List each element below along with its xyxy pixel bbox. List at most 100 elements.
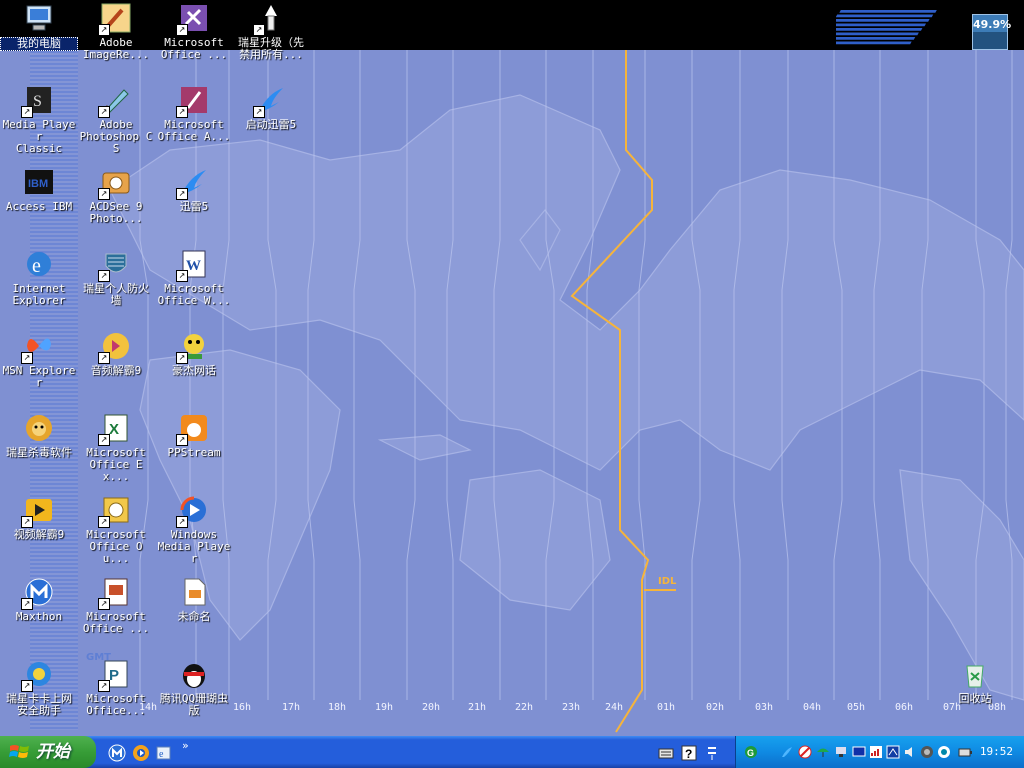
clock[interactable]: 19:52 <box>980 736 1013 768</box>
ie-icon[interactable]: e <box>155 744 173 762</box>
adobe-imageready-icon: ↗ <box>98 2 132 36</box>
hour-label: 19h <box>374 702 394 713</box>
thunder-icon: ↗ <box>253 84 287 118</box>
desktop-icon[interactable]: W ↗ Microsoft Office W... <box>155 248 233 307</box>
network-icon[interactable] <box>834 745 848 759</box>
desktop-icon[interactable]: ↗ Adobe Photoshop CS <box>77 84 155 155</box>
volume-icon[interactable] <box>903 745 917 759</box>
desktop-icon[interactable]: 我的电脑 <box>0 2 78 51</box>
hour-label: 21h <box>467 702 487 713</box>
idl-label: IDL <box>658 576 677 587</box>
umbrella-icon[interactable] <box>816 745 830 759</box>
shortcut-arrow-icon: ↗ <box>253 106 265 118</box>
speaker-icon[interactable] <box>920 745 934 759</box>
rising-firewall-icon: ↗ <box>98 248 132 282</box>
desktop-icon[interactable]: ↗ PPStream <box>155 412 233 459</box>
no-entry-icon[interactable] <box>798 745 812 759</box>
office-powerpoint-icon: ↗ <box>98 576 132 610</box>
desktop-icon[interactable]: X ↗ Microsoft Office Ex... <box>77 412 155 483</box>
desktop-icon-label: Microsoft Office Ex... <box>86 446 146 483</box>
svg-text:S: S <box>33 93 42 110</box>
desktop-icon[interactable]: ↗ 迅雷5 <box>155 166 233 213</box>
desktop-icon-label: Microsoft Office A... <box>157 118 231 143</box>
video-player-icon: ↗ <box>21 494 55 528</box>
desktop-icon-label: Microsoft Office W... <box>157 282 231 307</box>
desktop-icon[interactable]: ↗ 启动迅雷5 <box>232 84 310 131</box>
desktop-icon[interactable]: ↗ Microsoft Office ... <box>77 576 155 635</box>
time-zone-line <box>353 50 361 700</box>
access-ibm-icon: IBM <box>23 166 55 198</box>
desktop-icon[interactable]: ↗ Windows Media Player <box>155 494 233 565</box>
display-icon[interactable] <box>886 745 900 759</box>
language-bar-icon[interactable] <box>704 745 720 761</box>
desktop-icon[interactable]: S ↗ Media Player Classic <box>0 84 78 155</box>
hour-label: 03h <box>754 702 774 713</box>
desktop-icon-label: Adobe ImageRe... <box>82 36 150 61</box>
desktop-icon[interactable]: IBM Access IBM <box>0 166 78 213</box>
shortcut-arrow-icon: ↗ <box>98 434 110 446</box>
battery-icon[interactable] <box>958 745 972 759</box>
media-player-icon[interactable] <box>132 744 150 762</box>
svg-text:IBM: IBM <box>28 178 48 190</box>
desktop-icon[interactable]: 未命名 <box>155 576 233 623</box>
help-icon[interactable]: ? <box>681 745 697 761</box>
keyboard-icon[interactable] <box>658 745 674 761</box>
ibm-logo-stripe <box>836 19 930 22</box>
hour-label: 22h <box>514 702 534 713</box>
shortcut-arrow-icon: ↗ <box>176 188 188 200</box>
desktop-icon[interactable]: e Internet Explorer <box>0 248 78 307</box>
desktop-icon[interactable]: ↗ Microsoft Office A... <box>155 84 233 143</box>
quick-launch-more[interactable]: » <box>182 739 189 752</box>
desktop-icon-label: ACDSee 9 Photo... <box>89 200 143 225</box>
shortcut-arrow-icon: ↗ <box>98 188 110 200</box>
desktop-icon-label: 豪杰网话 <box>172 364 216 377</box>
internet-explorer-icon: e <box>23 248 55 280</box>
desktop-icon[interactable]: P ↗ Microsoft Office... <box>77 658 155 717</box>
display-settings-icon[interactable] <box>937 745 951 759</box>
cpu-usage-meter[interactable]: 49.9% <box>972 14 1012 50</box>
desktop-icon[interactable]: ↗ 瑞星个人防火 墙 <box>77 248 155 307</box>
shortcut-arrow-icon: ↗ <box>98 24 110 36</box>
windows-flag-icon <box>9 745 29 758</box>
desktop-icon[interactable]: ↗ 瑞星升级（先 禁用所有... <box>232 2 310 61</box>
qq-penguin-icon <box>178 658 210 690</box>
desktop-icon[interactable]: 腾讯QQ珊瑚虫 版 <box>155 658 233 717</box>
wifi-meter-icon[interactable] <box>869 745 883 759</box>
desktop-icon[interactable]: ↗ Microsoft Office ... <box>155 2 233 61</box>
desktop-icon-label: PPStream <box>167 446 221 459</box>
office-publisher-icon: P ↗ <box>98 658 132 692</box>
desktop-icon[interactable]: ↗ 视频解霸9 <box>0 494 78 541</box>
cpu-usage-text: 49.9% <box>973 18 1012 31</box>
ibm-logo-stripe <box>836 37 916 40</box>
desktop-icon[interactable]: ↗ Adobe ImageRe... <box>77 2 155 61</box>
ppstream-icon: ↗ <box>176 412 210 446</box>
desktop-icon[interactable]: ↗ Microsoft Office Ou... <box>77 494 155 565</box>
desktop-icon[interactable]: ↗ MSN Explorer <box>0 330 78 389</box>
desktop-icon[interactable]: ↗ 瑞星卡卡上网 安全助手 <box>0 658 78 717</box>
desktop-icon-label: 启动迅雷5 <box>245 118 297 131</box>
desktop-icon[interactable]: 瑞星杀毒软件 <box>0 412 78 459</box>
desktop-icon[interactable]: 回收站 <box>936 658 1014 705</box>
maxthon-icon[interactable] <box>108 744 126 762</box>
hour-label: 18h <box>327 702 347 713</box>
windows-media-player-icon: ↗ <box>176 494 210 528</box>
start-button[interactable]: 开始 <box>0 736 96 768</box>
desktop-icon[interactable]: ↗ ACDSee 9 Photo... <box>77 166 155 225</box>
desktop[interactable]: GMT IDL 14h 16h 17h 18h 19h 20h 21h 22h 23h 24h 01… <box>0 0 1024 736</box>
acdsee-icon: ↗ <box>98 166 132 200</box>
desktop-icon-label: Microsoft Office... <box>86 692 146 717</box>
monitor-icon[interactable] <box>852 745 866 759</box>
feather-icon[interactable] <box>780 745 794 759</box>
desktop-icon[interactable]: ↗ Maxthon <box>0 576 78 623</box>
hour-label: 04h <box>802 702 822 713</box>
office-outlook-icon: ↗ <box>98 494 132 528</box>
svg-text:?: ? <box>685 747 692 761</box>
time-zone-line <box>307 50 315 700</box>
maxthon-icon: ↗ <box>21 576 55 610</box>
hour-label: 17h <box>281 702 301 713</box>
svg-text:X: X <box>109 421 119 438</box>
desktop-icon[interactable]: ↗ 音频解霸9 <box>77 330 155 377</box>
desktop-icon[interactable]: ↗ 豪杰网话 <box>155 330 233 377</box>
ibm-logo-stripe <box>836 23 927 27</box>
green-g-icon[interactable]: G <box>744 745 758 759</box>
